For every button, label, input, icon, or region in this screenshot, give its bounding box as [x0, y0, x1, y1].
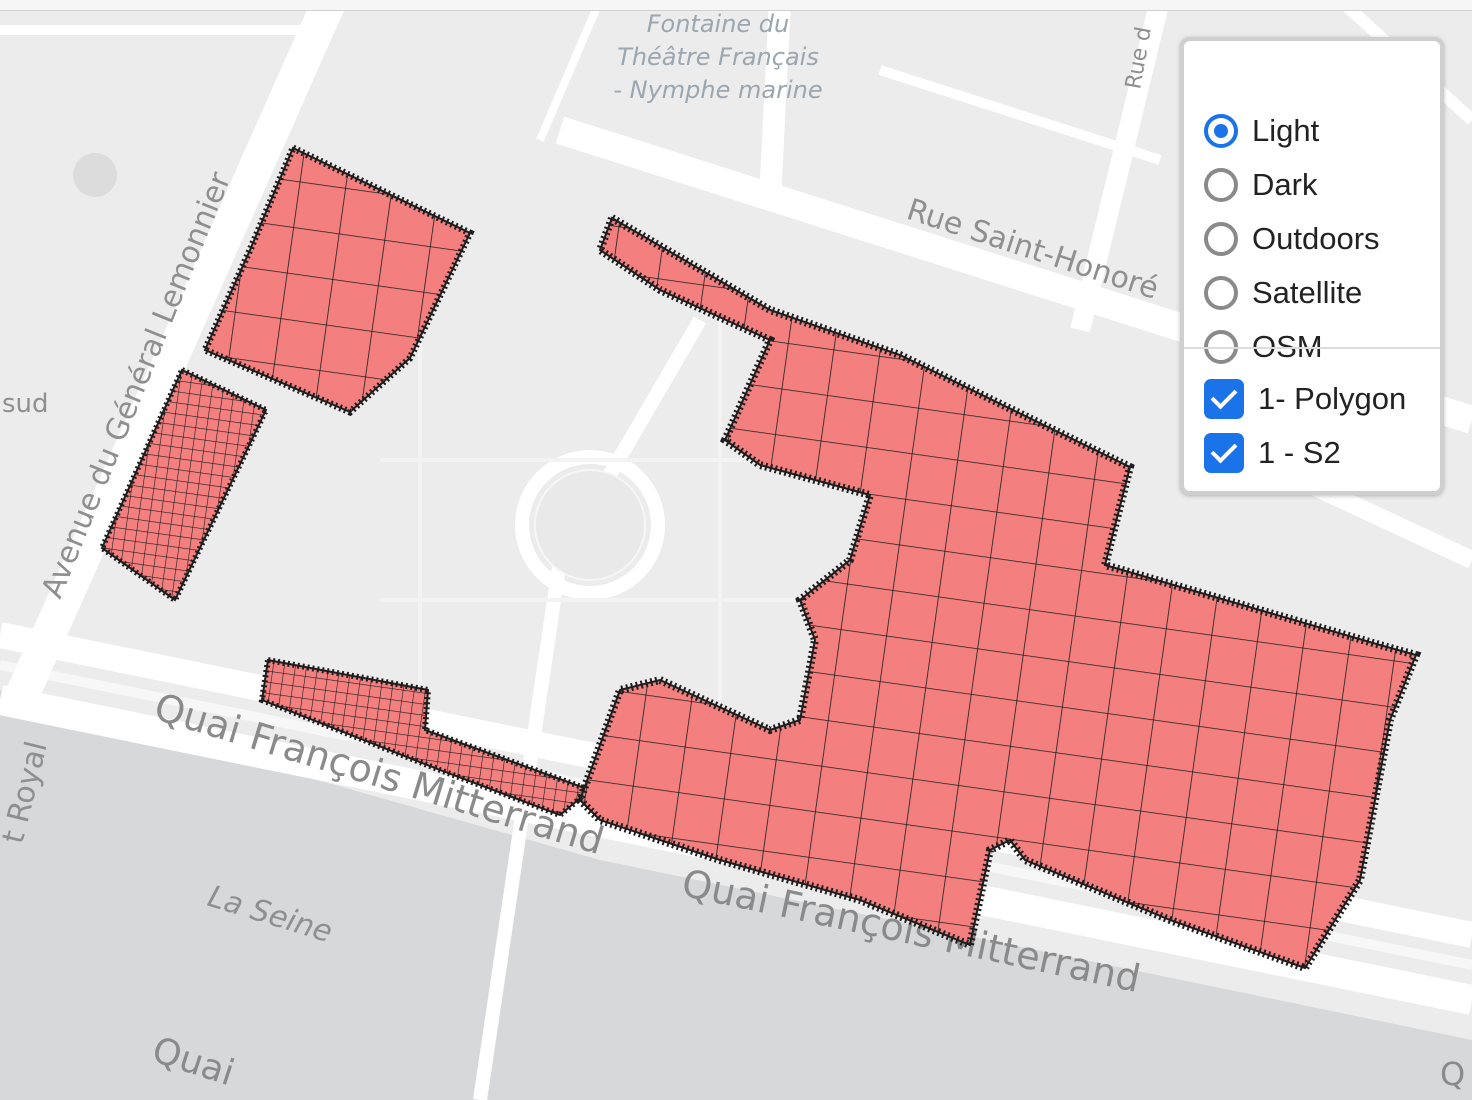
- map-view[interactable]: Fontaine du Théâtre Français - Nymphe ma…: [0, 0, 1472, 1100]
- layer-label-light: Light: [1252, 113, 1320, 148]
- layer-control-divider: [1184, 347, 1440, 349]
- layer-label-outdoors: Outdoors: [1252, 221, 1380, 256]
- checkbox-s2[interactable]: [1204, 433, 1244, 473]
- map-label-fontaine-1: Fontaine du: [647, 10, 790, 38]
- layer-option-satellite[interactable]: Satellite: [1204, 269, 1362, 317]
- radio-outdoors[interactable]: [1204, 222, 1238, 256]
- layer-option-outdoors[interactable]: Outdoors: [1204, 215, 1380, 263]
- radio-satellite[interactable]: [1204, 276, 1238, 310]
- radio-light[interactable]: [1204, 114, 1238, 148]
- layer-control-panel: Light Dark Outdoors Satellite OSM 1- Pol…: [1180, 37, 1444, 495]
- overlay-option-polygon[interactable]: 1- Polygon: [1204, 375, 1406, 423]
- map-label-fontaine-2: Théâtre Français: [617, 43, 819, 71]
- overlay-label-polygon: 1- Polygon: [1258, 381, 1407, 416]
- overlay-option-s2[interactable]: 1 - S2: [1204, 429, 1341, 477]
- layer-option-light[interactable]: Light: [1204, 107, 1319, 155]
- layer-label-dark: Dark: [1252, 167, 1318, 202]
- map-label-q-right: Q: [1440, 1055, 1465, 1093]
- layer-label-satellite: Satellite: [1252, 275, 1363, 310]
- checkbox-polygon[interactable]: [1204, 379, 1244, 419]
- map-label-sud: sud: [2, 389, 49, 419]
- overlay-label-s2: 1 - S2: [1258, 435, 1341, 470]
- radio-dark[interactable]: [1204, 168, 1238, 202]
- map-label-fontaine-3: - Nymphe marine: [613, 76, 822, 104]
- layer-option-dark[interactable]: Dark: [1204, 161, 1317, 209]
